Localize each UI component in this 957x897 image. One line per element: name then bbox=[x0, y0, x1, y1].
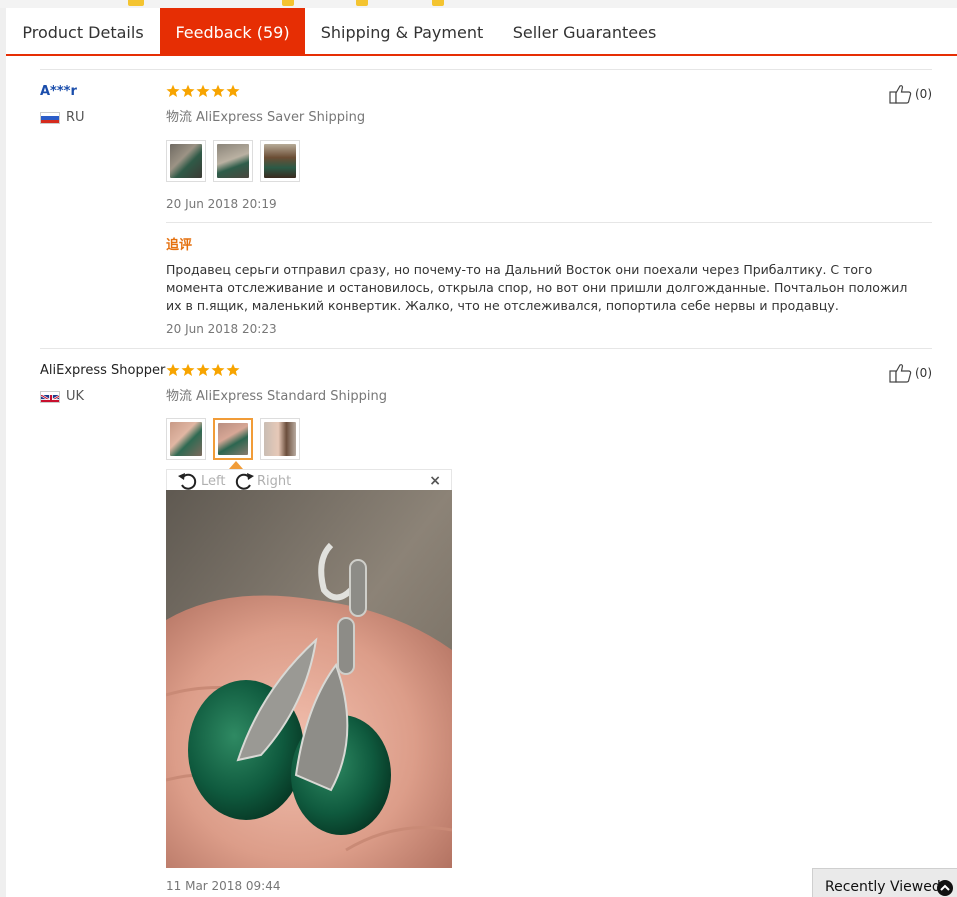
rotate-left-label: Left bbox=[201, 473, 226, 489]
review-photo-large bbox=[166, 490, 452, 868]
helpful-button[interactable]: (0) bbox=[889, 363, 932, 383]
helpful-count: (0) bbox=[915, 87, 932, 101]
review-photo-thumb[interactable] bbox=[260, 418, 300, 460]
review-photo-thumb[interactable] bbox=[260, 140, 300, 182]
reviewer-name[interactable]: A***r bbox=[40, 84, 77, 99]
photo-viewer-toolbar: Left Right × bbox=[166, 469, 452, 491]
review-divider bbox=[40, 348, 932, 349]
rotate-right-button[interactable]: Right bbox=[233, 471, 291, 491]
tab-seller-guarantees[interactable]: Seller Guarantees bbox=[502, 8, 667, 56]
star-icon bbox=[211, 84, 225, 97]
reviewer-country: RU bbox=[66, 110, 85, 125]
chevron-up-icon bbox=[937, 880, 953, 896]
tab-feedback[interactable]: Feedback (59) bbox=[160, 8, 305, 56]
star-icon bbox=[181, 363, 195, 376]
shipping-method: AliExpress Standard Shipping bbox=[196, 389, 388, 404]
additional-feedback-date: 20 Jun 2018 20:23 bbox=[166, 322, 277, 336]
star-icon bbox=[181, 84, 195, 97]
additional-feedback-text: Продавец серьги отправил сразу, но почем… bbox=[166, 262, 908, 313]
feedback-top-divider bbox=[40, 69, 932, 70]
star-icon bbox=[226, 363, 240, 376]
review-date: 11 Mar 2018 09:44 bbox=[166, 879, 281, 893]
star-icon bbox=[211, 363, 225, 376]
earrings-photo bbox=[166, 490, 452, 868]
product-tab-bar: Product Details Feedback (59) Shipping &… bbox=[6, 8, 957, 56]
helpful-count: (0) bbox=[915, 366, 932, 380]
star-icon bbox=[166, 363, 180, 376]
shipping-label: 物流 bbox=[166, 389, 193, 404]
reviewer-country: UK bbox=[66, 389, 85, 404]
additional-feedback-title: 追评 bbox=[166, 238, 193, 253]
flag-ru-icon bbox=[40, 112, 60, 124]
selected-thumb-caret bbox=[229, 461, 243, 469]
rotate-left-icon bbox=[178, 473, 197, 490]
star-icon bbox=[226, 84, 240, 97]
review-photo-thumb[interactable] bbox=[166, 140, 206, 182]
tab-product-details[interactable]: Product Details bbox=[6, 8, 160, 56]
star-icon bbox=[166, 84, 180, 97]
thumbs-up-icon bbox=[889, 85, 912, 104]
close-viewer-button[interactable]: × bbox=[429, 473, 441, 489]
flag-uk-icon bbox=[40, 391, 60, 403]
append-divider bbox=[166, 222, 932, 223]
thumbs-up-icon bbox=[889, 364, 912, 383]
tab-shipping-payment[interactable]: Shipping & Payment bbox=[311, 8, 493, 56]
review-photo-thumb[interactable] bbox=[166, 418, 206, 460]
shipping-info: 物流 AliExpress Saver Shipping bbox=[166, 106, 365, 125]
reviewer-name: AliExpress Shopper bbox=[40, 363, 166, 378]
star-icon bbox=[196, 363, 210, 376]
star-icon bbox=[196, 84, 210, 97]
left-page-rail bbox=[0, 8, 6, 897]
rotate-right-icon bbox=[235, 473, 254, 490]
rating-stars bbox=[166, 363, 240, 377]
shipping-label: 物流 bbox=[166, 110, 193, 125]
rotate-left-button[interactable]: Left bbox=[177, 471, 225, 491]
recently-viewed-button[interactable]: Recently Viewed bbox=[812, 868, 957, 897]
shipping-method: AliExpress Saver Shipping bbox=[196, 110, 366, 125]
review-date: 20 Jun 2018 20:19 bbox=[166, 197, 277, 211]
review-photo-thumb-selected[interactable] bbox=[213, 418, 253, 460]
review-photo-thumb[interactable] bbox=[213, 140, 253, 182]
shipping-info: 物流 AliExpress Standard Shipping bbox=[166, 385, 387, 404]
browser-bookmark-strip bbox=[0, 0, 957, 8]
recently-viewed-label: Recently Viewed bbox=[825, 879, 941, 895]
helpful-button[interactable]: (0) bbox=[889, 84, 932, 104]
rotate-right-label: Right bbox=[257, 473, 292, 489]
rating-stars bbox=[166, 84, 240, 98]
